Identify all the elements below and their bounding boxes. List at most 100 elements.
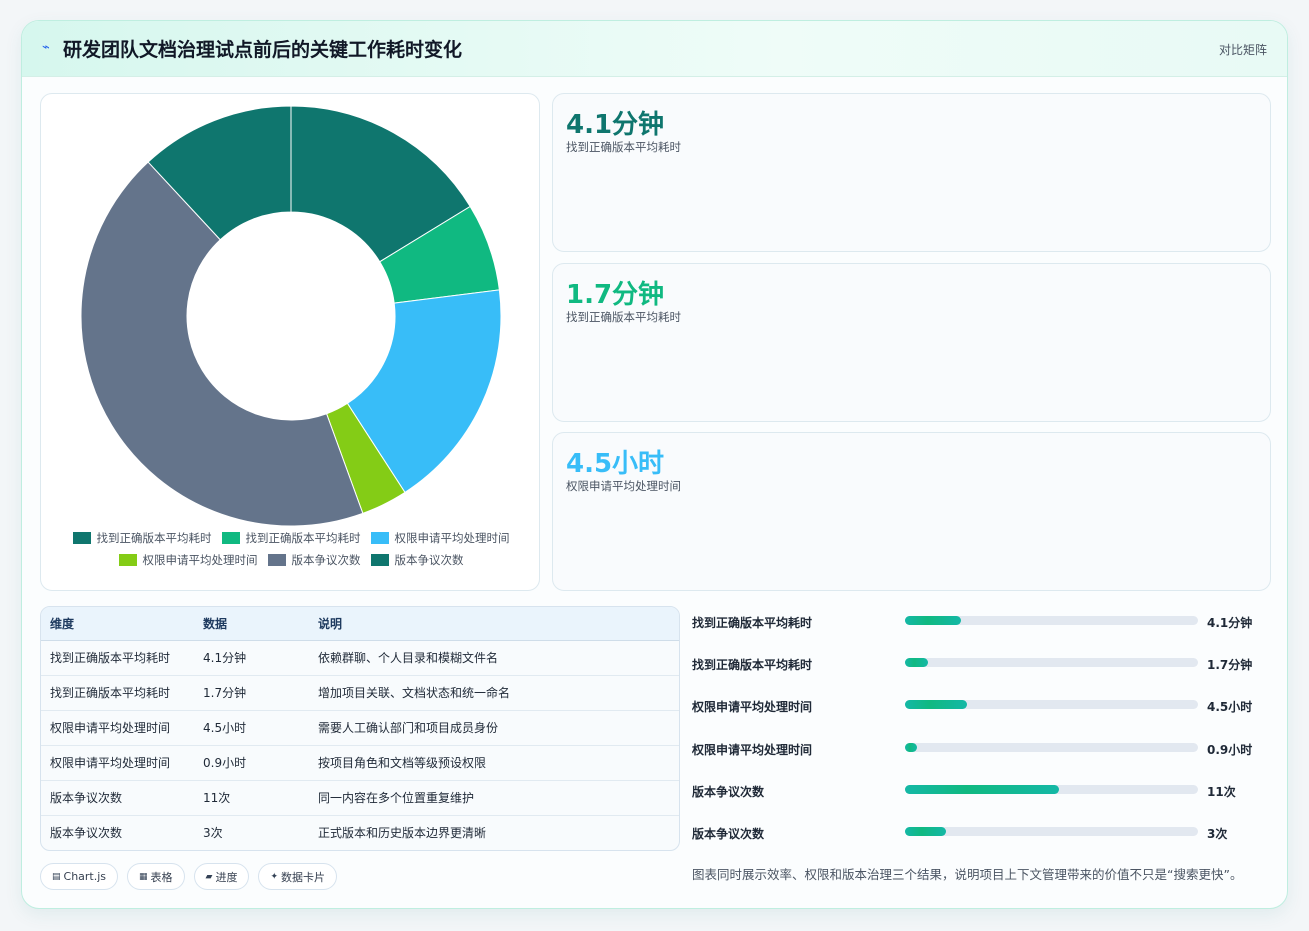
chip-label: 数据卡片 bbox=[281, 870, 326, 884]
progress-label: 找到正确版本平均耗时 bbox=[692, 658, 813, 672]
progress-track bbox=[905, 743, 1198, 752]
legend-swatch bbox=[370, 554, 389, 566]
chart-icon: ▤ bbox=[52, 871, 61, 882]
stat-card: 4.5小时 权限申请平均处理时间 bbox=[552, 432, 1271, 591]
stat-card: 1.7分钟 找到正确版本平均耗时 bbox=[552, 263, 1271, 422]
progress-track bbox=[905, 785, 1198, 794]
table-row: 找到正确版本平均耗时 1.7分钟 增加项目关联、文档状态和统一命名 bbox=[41, 675, 679, 711]
table-row: 权限申请平均处理时间 0.9小时 按项目角色和文档等级预设权限 bbox=[41, 745, 679, 781]
table-cell: 同一内容在多个位置重复维护 bbox=[309, 780, 679, 816]
progress-icon: ▰ bbox=[205, 871, 213, 882]
legend-item[interactable]: 找到正确版本平均耗时 bbox=[221, 530, 361, 546]
table-cell: 增加项目关联、文档状态和统一命名 bbox=[309, 675, 679, 711]
table-header-cell: 维度 bbox=[41, 607, 194, 641]
legend-label: 版本争议次数 bbox=[394, 553, 464, 567]
legend-swatch bbox=[221, 532, 240, 544]
stat-label: 权限申请平均处理时间 bbox=[566, 479, 681, 493]
progress-fill bbox=[905, 743, 917, 752]
chip-table[interactable]: ▦ 表格 bbox=[127, 863, 185, 890]
donut-chart bbox=[80, 105, 502, 527]
progress-track bbox=[905, 616, 1198, 625]
donut-chart-panel: 找到正确版本平均耗时 找到正确版本平均耗时 权限申请平均处理时间 权限申请平均处理时间… bbox=[40, 93, 540, 591]
stat-card: 4.1分钟 找到正确版本平均耗时 bbox=[552, 93, 1271, 252]
progress-fill bbox=[905, 785, 1059, 794]
chip-data-card[interactable]: ✦ 数据卡片 bbox=[258, 863, 338, 890]
progress-label: 权限申请平均处理时间 bbox=[692, 743, 813, 757]
progress-value: 1.7分钟 bbox=[1207, 658, 1253, 672]
dashboard-card: ⌁ 研发团队文档治理试点前后的关键工作耗时变化 对比矩阵 找到正确版本平均耗时找… bbox=[21, 20, 1288, 909]
progress-track bbox=[905, 658, 1198, 667]
chip-label: 进度 bbox=[215, 870, 238, 884]
table-header-cell: 说明 bbox=[309, 607, 679, 641]
progress-fill bbox=[905, 658, 929, 667]
table-cell: 权限申请平均处理时间 bbox=[41, 745, 194, 781]
table-cell: 找到正确版本平均耗时 bbox=[41, 675, 194, 711]
table-header-cell: 数据 bbox=[194, 607, 309, 641]
header-tag: 对比矩阵 bbox=[1218, 43, 1267, 57]
legend-swatch bbox=[370, 532, 389, 544]
legend-item[interactable]: 版本争议次数 bbox=[370, 552, 464, 568]
progress-value: 0.9小时 bbox=[1207, 743, 1253, 757]
table-cell: 0.9小时 bbox=[194, 745, 309, 781]
chip-chartjs[interactable]: ▤ Chart.js bbox=[40, 863, 119, 890]
sparkle-icon: ✦ bbox=[270, 871, 279, 882]
table-cell: 依赖群聊、个人目录和模糊文件名 bbox=[309, 640, 679, 676]
data-table: 维度 数据 说明 找到正确版本平均耗时 4.1分钟 依赖群聊、个人目录和模糊文件… bbox=[40, 606, 680, 851]
chip-progress[interactable]: ▰ 进度 bbox=[193, 863, 250, 890]
legend-swatch bbox=[72, 532, 91, 544]
progress-label: 权限申请平均处理时间 bbox=[692, 700, 813, 714]
progress-value: 4.1分钟 bbox=[1207, 616, 1253, 630]
table-cell: 3次 bbox=[203, 826, 223, 841]
legend-label: 找到正确版本平均耗时 bbox=[245, 531, 361, 545]
table-cell: 11次 bbox=[194, 780, 309, 816]
progress-value: 11次 bbox=[1207, 785, 1236, 799]
progress-fill bbox=[905, 616, 961, 625]
table-cell: 权限申请平均处理时间 bbox=[41, 710, 194, 746]
stat-value: 1.7分钟 bbox=[566, 280, 665, 310]
legend-item[interactable]: 权限申请平均处理时间 bbox=[118, 552, 258, 568]
legend-item[interactable]: 找到正确版本平均耗时 bbox=[72, 530, 212, 546]
chart-legend: 找到正确版本平均耗时 找到正确版本平均耗时 权限申请平均处理时间 权限申请平均处理时间… bbox=[41, 530, 541, 568]
table-header-row: 维度 数据 说明 bbox=[41, 607, 679, 641]
progress-fill bbox=[905, 827, 947, 836]
stat-value: 4.5小时 bbox=[566, 449, 665, 479]
legend-label: 权限申请平均处理时间 bbox=[142, 553, 258, 567]
progress-value: 3次 bbox=[1207, 827, 1228, 841]
progress-label: 版本争议次数 bbox=[692, 785, 765, 799]
table-row: 版本争议次数 3次 正式版本和历史版本边界更清晰 bbox=[41, 815, 679, 850]
progress-row: 找到正确版本平均耗时 4.1分钟 bbox=[692, 611, 1277, 631]
table-cell: 4.1分钟 bbox=[194, 640, 309, 676]
table-icon: ▦ bbox=[139, 871, 148, 882]
chip-label: 表格 bbox=[150, 870, 173, 884]
progress-label: 版本争议次数 bbox=[692, 827, 765, 841]
progress-label: 找到正确版本平均耗时 bbox=[692, 616, 813, 630]
progress-row: 权限申请平均处理时间 0.9小时 bbox=[692, 738, 1277, 758]
legend-label: 权限申请平均处理时间 bbox=[394, 531, 510, 545]
feature-chips: ▤ Chart.js ▦ 表格 ▰ 进度 ✦ 数据卡片 bbox=[40, 863, 338, 890]
legend-label: 版本争议次数 bbox=[291, 553, 361, 567]
table-row: 找到正确版本平均耗时 4.1分钟 依赖群聊、个人目录和模糊文件名 bbox=[41, 640, 679, 676]
table-row: 权限申请平均处理时间 4.5小时 需要人工确认部门和项目成员身份 bbox=[41, 710, 679, 746]
chip-label: Chart.js bbox=[63, 870, 107, 883]
legend-item[interactable]: 权限申请平均处理时间 bbox=[370, 530, 510, 546]
card-header: ⌁ 研发团队文档治理试点前后的关键工作耗时变化 对比矩阵 bbox=[22, 21, 1287, 77]
progress-value: 4.5小时 bbox=[1207, 700, 1253, 714]
legend-item[interactable]: 版本争议次数 bbox=[267, 552, 361, 568]
table-cell: 正式版本和历史版本边界更清晰 bbox=[318, 826, 487, 841]
progress-row: 版本争议次数 3次 bbox=[692, 822, 1277, 842]
table-cell: 按项目角色和文档等级预设权限 bbox=[309, 745, 679, 781]
table-row: 版本争议次数 11次 同一内容在多个位置重复维护 bbox=[41, 780, 679, 816]
legend-swatch bbox=[118, 554, 137, 566]
progress-track bbox=[905, 700, 1198, 709]
table-cell: 找到正确版本平均耗时 bbox=[41, 640, 194, 676]
table-cell: 版本争议次数 bbox=[41, 780, 194, 816]
progress-fill bbox=[905, 700, 967, 709]
legend-swatch bbox=[267, 554, 286, 566]
table-cell: 1.7分钟 bbox=[194, 675, 309, 711]
summary-note: 图表同时展示效率、权限和版本治理三个结果，说明项目上下文管理带来的价值不只是“搜… bbox=[692, 867, 1243, 882]
progress-row: 找到正确版本平均耗时 1.7分钟 bbox=[692, 653, 1277, 673]
stat-label: 找到正确版本平均耗时 bbox=[566, 310, 681, 324]
bolt-icon: ⌁ bbox=[42, 40, 50, 55]
table-cell: 版本争议次数 bbox=[50, 826, 123, 841]
legend-label: 找到正确版本平均耗时 bbox=[96, 531, 212, 545]
